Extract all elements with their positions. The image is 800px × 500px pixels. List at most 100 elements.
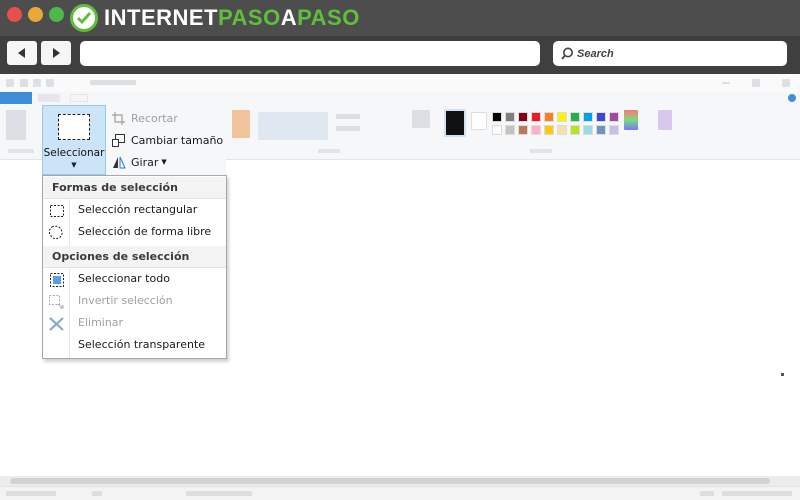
- undo-icon[interactable]: [33, 79, 41, 87]
- palette-color-swatch[interactable]: [583, 125, 593, 135]
- browser-navbar: Search: [0, 36, 800, 74]
- menu-item-label: Selección transparente: [78, 338, 206, 351]
- palette-color-swatch[interactable]: [570, 125, 580, 135]
- minimize-icon[interactable]: [722, 82, 730, 84]
- palette-color-swatch[interactable]: [531, 125, 541, 135]
- tab-file[interactable]: [0, 92, 32, 104]
- status-bar: [0, 486, 800, 500]
- free-form-selection-icon: [49, 225, 64, 240]
- menu-item-transparent-selection[interactable]: Selección transparente: [43, 334, 226, 356]
- tab-home[interactable]: [38, 94, 60, 102]
- palette-color-swatch[interactable]: [596, 125, 606, 135]
- menu-item-free-form-selection[interactable]: Selección de forma libre: [43, 221, 226, 243]
- palette-color-swatch[interactable]: [583, 112, 593, 122]
- edit-colors-icon[interactable]: [624, 110, 638, 130]
- zoom-slider[interactable]: [722, 491, 792, 496]
- arrow-right-icon: [53, 48, 60, 58]
- close-window-button[interactable]: [7, 7, 22, 22]
- menu-item-delete[interactable]: Eliminar: [43, 312, 226, 334]
- shapes-gallery[interactable]: [258, 112, 328, 140]
- palette-color-swatch[interactable]: [518, 125, 528, 135]
- resize-icon: [111, 133, 126, 148]
- horizontal-scrollbar[interactable]: [0, 476, 800, 486]
- resize-button[interactable]: Cambiar tamaño: [111, 131, 223, 149]
- menu-item-rectangular-selection[interactable]: Selección rectangular: [43, 199, 226, 221]
- selection-shapes-header: Formas de selección: [43, 177, 226, 198]
- image-tools-group: Recortar Cambiar tamaño Girar ▼: [106, 105, 226, 175]
- search-icon: [561, 47, 573, 60]
- select-all-icon: [49, 272, 64, 287]
- minimize-window-button[interactable]: [28, 7, 43, 22]
- menu-item-label: Eliminar: [78, 316, 124, 329]
- arrow-left-icon: [18, 48, 25, 58]
- selection-size-icon: [92, 491, 102, 496]
- menu-item-label: Selección rectangular: [78, 203, 198, 216]
- size-icon[interactable]: [412, 110, 430, 128]
- colors-group-label: [530, 149, 552, 153]
- site-brand-text: INTERNETPASOAPASO: [104, 5, 360, 30]
- back-button[interactable]: [7, 41, 37, 65]
- canvas-size: [186, 491, 252, 496]
- menu-item-select-all[interactable]: Seleccionar todo: [43, 268, 226, 290]
- rotate-chevron-down-icon: ▼: [161, 158, 167, 166]
- brushes-icon[interactable]: [232, 110, 250, 138]
- window-title: [90, 80, 136, 85]
- zoom-level: [700, 491, 714, 496]
- palette-color-swatch[interactable]: [492, 125, 502, 135]
- palette-color-swatch[interactable]: [570, 112, 580, 122]
- palette-color-swatch[interactable]: [557, 112, 567, 122]
- quick-access-toolbar: [0, 74, 800, 92]
- search-placeholder: Search: [577, 47, 614, 60]
- palette-color-swatch[interactable]: [492, 112, 502, 122]
- forward-button[interactable]: [41, 41, 71, 65]
- maximize-icon[interactable]: [752, 79, 760, 87]
- palette-color-swatch[interactable]: [609, 125, 619, 135]
- redo-icon[interactable]: [46, 79, 54, 87]
- shapes-group-label: [318, 149, 340, 153]
- rotate-icon: [111, 155, 126, 170]
- cursor-position: [6, 491, 56, 496]
- paste-icon[interactable]: [6, 110, 26, 140]
- select-button[interactable]: Seleccionar ▼: [42, 105, 106, 175]
- resize-label: Cambiar tamaño: [131, 133, 224, 147]
- select-dropdown-menu: Formas de selección Selección rectangula…: [42, 175, 227, 359]
- help-icon[interactable]: [788, 94, 796, 102]
- tab-view[interactable]: [70, 94, 88, 102]
- color-1-swatch[interactable]: [444, 109, 466, 137]
- canvas-resize-handle[interactable]: [781, 373, 784, 376]
- search-input[interactable]: Search: [553, 41, 787, 66]
- save-icon[interactable]: [20, 79, 28, 87]
- scrollbar-thumb[interactable]: [10, 478, 770, 484]
- palette-color-swatch[interactable]: [531, 112, 541, 122]
- paint-3d-icon[interactable]: [658, 110, 672, 130]
- menu-item-label: Selección de forma libre: [78, 225, 212, 238]
- menu-item-label: Seleccionar todo: [78, 272, 170, 285]
- fill-button[interactable]: [336, 126, 360, 131]
- palette-color-swatch[interactable]: [557, 125, 567, 135]
- menu-item-invert-selection[interactable]: Invertir selección: [43, 290, 226, 312]
- palette-color-swatch[interactable]: [518, 112, 528, 122]
- palette-color-swatch[interactable]: [505, 125, 515, 135]
- rotate-button[interactable]: Girar ▼: [111, 153, 167, 171]
- select-button-label: Seleccionar: [43, 147, 105, 159]
- crop-button[interactable]: Recortar: [111, 109, 178, 127]
- palette-color-swatch[interactable]: [505, 112, 515, 122]
- close-icon[interactable]: [782, 79, 790, 87]
- palette-color-swatch[interactable]: [544, 125, 554, 135]
- outline-button[interactable]: [336, 114, 360, 119]
- palette-color-swatch[interactable]: [596, 112, 606, 122]
- delete-icon: [49, 316, 64, 331]
- palette-color-swatch[interactable]: [544, 112, 554, 122]
- crop-label: Recortar: [131, 111, 178, 125]
- site-logo: INTERNETPASOAPASO: [70, 3, 360, 33]
- invert-selection-icon: [49, 294, 64, 309]
- ribbon-tabs: [0, 92, 800, 104]
- selection-options-header: Opciones de selección: [43, 246, 226, 267]
- selection-rectangle-icon: [58, 114, 90, 140]
- paint-app-icon: [6, 79, 14, 87]
- palette-color-swatch[interactable]: [609, 112, 619, 122]
- rectangle-selection-icon: [49, 203, 64, 218]
- maximize-window-button[interactable]: [49, 7, 64, 22]
- address-bar[interactable]: [80, 41, 540, 66]
- color-2-swatch[interactable]: [471, 112, 487, 130]
